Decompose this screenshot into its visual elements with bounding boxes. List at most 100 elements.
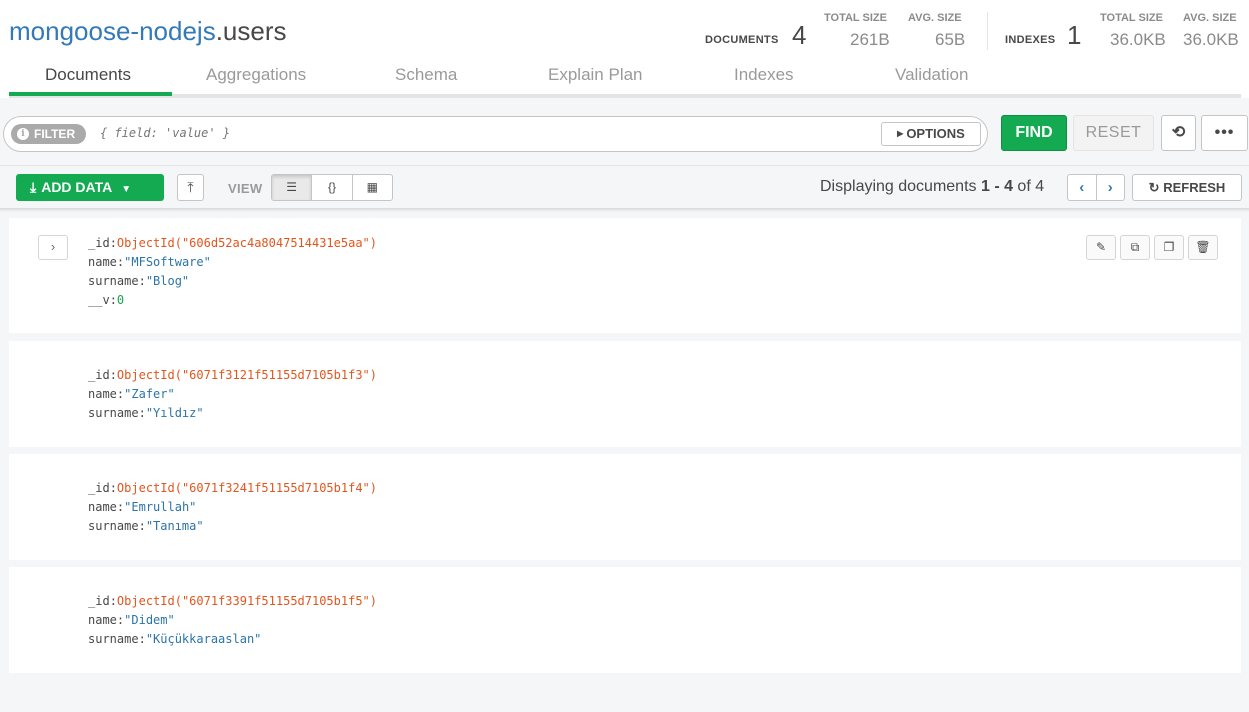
field-key: _id bbox=[88, 368, 110, 382]
document-field: _id:ObjectId("6071f3391f51155d7105b1f5") bbox=[88, 594, 378, 608]
filter-input[interactable] bbox=[100, 126, 800, 140]
field-key: name bbox=[88, 613, 117, 627]
edit-document-button[interactable]: ✎ bbox=[1086, 235, 1116, 260]
document-field: __v:0 bbox=[88, 293, 125, 307]
list-view-button[interactable]: ☰ bbox=[272, 175, 313, 200]
field-value: "Zafer" bbox=[124, 387, 175, 401]
filter-label: FILTER bbox=[34, 127, 76, 141]
field-value: ObjectId("6071f3241f51155d7105b1f4") bbox=[116, 481, 378, 495]
field-value: ObjectId("6071f3391f51155d7105b1f5") bbox=[116, 594, 378, 608]
document-card: › _id:ObjectId("606d52ac4a8047514431e5aa… bbox=[9, 218, 1241, 333]
controls-shadow bbox=[0, 208, 1249, 212]
total-size-value: 261B bbox=[850, 30, 890, 49]
stats-divider bbox=[987, 12, 988, 50]
document-field: _id:ObjectId("6071f3241f51155d7105b1f4") bbox=[88, 481, 378, 495]
document-field: surname:"Küçükkaraaslan" bbox=[88, 632, 262, 646]
document-field: surname:"Yıldız" bbox=[88, 406, 204, 420]
tab-validation[interactable]: Validation bbox=[895, 65, 968, 85]
index-total-size-value: 36.0KB bbox=[1110, 30, 1166, 49]
field-key: _id bbox=[88, 594, 110, 608]
document-card: _id:ObjectId("6071f3391f51155d7105b1f5")… bbox=[9, 567, 1241, 673]
field-key: surname bbox=[88, 406, 139, 420]
collection-title: mongoose-nodejs.users bbox=[9, 16, 287, 47]
field-value: "Yıldız" bbox=[145, 406, 204, 420]
refresh-button[interactable]: ↻ REFRESH bbox=[1132, 174, 1242, 201]
document-controls: ⤓ ADD DATA ▼ ⤒ VIEW ☰ {} ▦ Displaying docu… bbox=[0, 167, 1249, 209]
field-value: ObjectId("606d52ac4a8047514431e5aa") bbox=[116, 236, 378, 250]
json-view-button[interactable]: {} bbox=[312, 175, 353, 200]
avg-size-label: AVG. SIZE bbox=[908, 12, 962, 24]
tab-indexes[interactable]: Indexes bbox=[734, 65, 794, 85]
copy-document-button[interactable]: ⧉ bbox=[1120, 235, 1150, 260]
options-button[interactable]: ▶ OPTIONS bbox=[881, 122, 981, 146]
field-key: _id bbox=[88, 481, 110, 495]
refresh-icon: ↻ bbox=[1148, 180, 1160, 195]
pagination: ‹ › bbox=[1067, 174, 1125, 201]
field-key: name bbox=[88, 255, 117, 269]
document-field: _id:ObjectId("6071f3121f51155d7105b1f3") bbox=[88, 368, 378, 382]
clone-icon: ❐ bbox=[1163, 240, 1175, 254]
indexes-count: 1 bbox=[1067, 20, 1082, 50]
index-avg-size-label: AVG. SIZE bbox=[1183, 12, 1237, 24]
pencil-icon: ✎ bbox=[1095, 240, 1107, 254]
download-icon: ⤓ bbox=[30, 179, 37, 195]
query-history-button[interactable]: ⟲ bbox=[1161, 115, 1196, 151]
displaying-of: of bbox=[1012, 178, 1036, 195]
list-icon: ☰ bbox=[286, 180, 298, 194]
document-field: name:"Zafer" bbox=[88, 387, 175, 401]
document-field: name:"Didem" bbox=[88, 613, 175, 627]
field-key: name bbox=[88, 500, 117, 514]
caret-right-icon: ▶ bbox=[897, 129, 904, 138]
displaying-total: 4 bbox=[1035, 178, 1045, 195]
next-page-button[interactable]: › bbox=[1097, 175, 1125, 200]
displaying-prefix: Displaying documents bbox=[820, 178, 981, 195]
document-card: _id:ObjectId("6071f3121f51155d7105b1f3")… bbox=[9, 341, 1241, 447]
previous-page-button[interactable]: ‹ bbox=[1068, 175, 1097, 200]
export-collection-button[interactable]: ⤒ bbox=[177, 174, 204, 201]
field-key: name bbox=[88, 387, 117, 401]
field-value: 0 bbox=[116, 293, 125, 307]
field-value: "Didem" bbox=[124, 613, 175, 627]
expand-document-button[interactable]: › bbox=[38, 235, 68, 260]
more-options-button[interactable]: ••• bbox=[1201, 115, 1248, 151]
tab-aggregations[interactable]: Aggregations bbox=[206, 65, 306, 85]
field-key: __v bbox=[88, 293, 110, 307]
field-key: surname bbox=[88, 632, 139, 646]
collection-tabs: Documents Aggregations Schema Explain Pl… bbox=[9, 62, 1241, 98]
clone-document-button[interactable]: ❐ bbox=[1154, 235, 1184, 260]
document-field: name:"MFSoftware" bbox=[88, 255, 211, 269]
document-field: surname:"Tanıma" bbox=[88, 519, 204, 533]
add-data-label: ADD DATA bbox=[41, 179, 113, 195]
displaying-documents: Displaying documents 1 - 4 of 4 bbox=[820, 178, 1044, 196]
options-label: OPTIONS bbox=[906, 126, 965, 141]
field-key: surname bbox=[88, 274, 139, 288]
database-name[interactable]: mongoose-nodejs bbox=[9, 16, 216, 46]
field-value: "Emrullah" bbox=[124, 500, 197, 514]
document-field: _id:ObjectId("606d52ac4a8047514431e5aa") bbox=[88, 236, 378, 250]
table-view-button[interactable]: ▦ bbox=[353, 175, 392, 200]
refresh-label: REFRESH bbox=[1163, 180, 1226, 195]
tab-documents[interactable]: Documents bbox=[45, 65, 131, 85]
field-value: ObjectId("6071f3121f51155d7105b1f3") bbox=[116, 368, 378, 382]
field-value: "Blog" bbox=[145, 274, 190, 288]
query-bar: i FILTER ▶OPTIONS FIND RESET ⟲ ••• bbox=[0, 106, 1249, 166]
tab-schema[interactable]: Schema bbox=[395, 65, 457, 85]
trash-icon: 🗑 bbox=[1195, 240, 1211, 254]
document-field: surname:"Blog" bbox=[88, 274, 190, 288]
filter-box: i FILTER ▶OPTIONS bbox=[3, 116, 988, 152]
upload-icon: ⤒ bbox=[187, 179, 194, 195]
tab-explain-plan[interactable]: Explain Plan bbox=[548, 65, 643, 85]
delete-document-button[interactable]: 🗑 bbox=[1188, 235, 1218, 260]
documents-count: 4 bbox=[792, 20, 807, 50]
index-avg-size-value: 36.0KB bbox=[1183, 30, 1239, 49]
find-button[interactable]: FIND bbox=[1001, 115, 1067, 151]
copy-icon: ⧉ bbox=[1130, 240, 1140, 254]
indexes-label: INDEXES bbox=[1005, 34, 1056, 46]
braces-icon: {} bbox=[327, 180, 336, 194]
field-value: "Küçükkaraaslan" bbox=[145, 632, 262, 646]
add-data-button[interactable]: ⤓ ADD DATA ▼ bbox=[16, 174, 164, 201]
filter-pill: i FILTER bbox=[11, 124, 86, 144]
document-card: _id:ObjectId("6071f3241f51155d7105b1f4")… bbox=[9, 454, 1241, 560]
document-actions: ✎ ⧉ ❐ 🗑 bbox=[1086, 235, 1218, 260]
reset-button[interactable]: RESET bbox=[1073, 115, 1154, 151]
